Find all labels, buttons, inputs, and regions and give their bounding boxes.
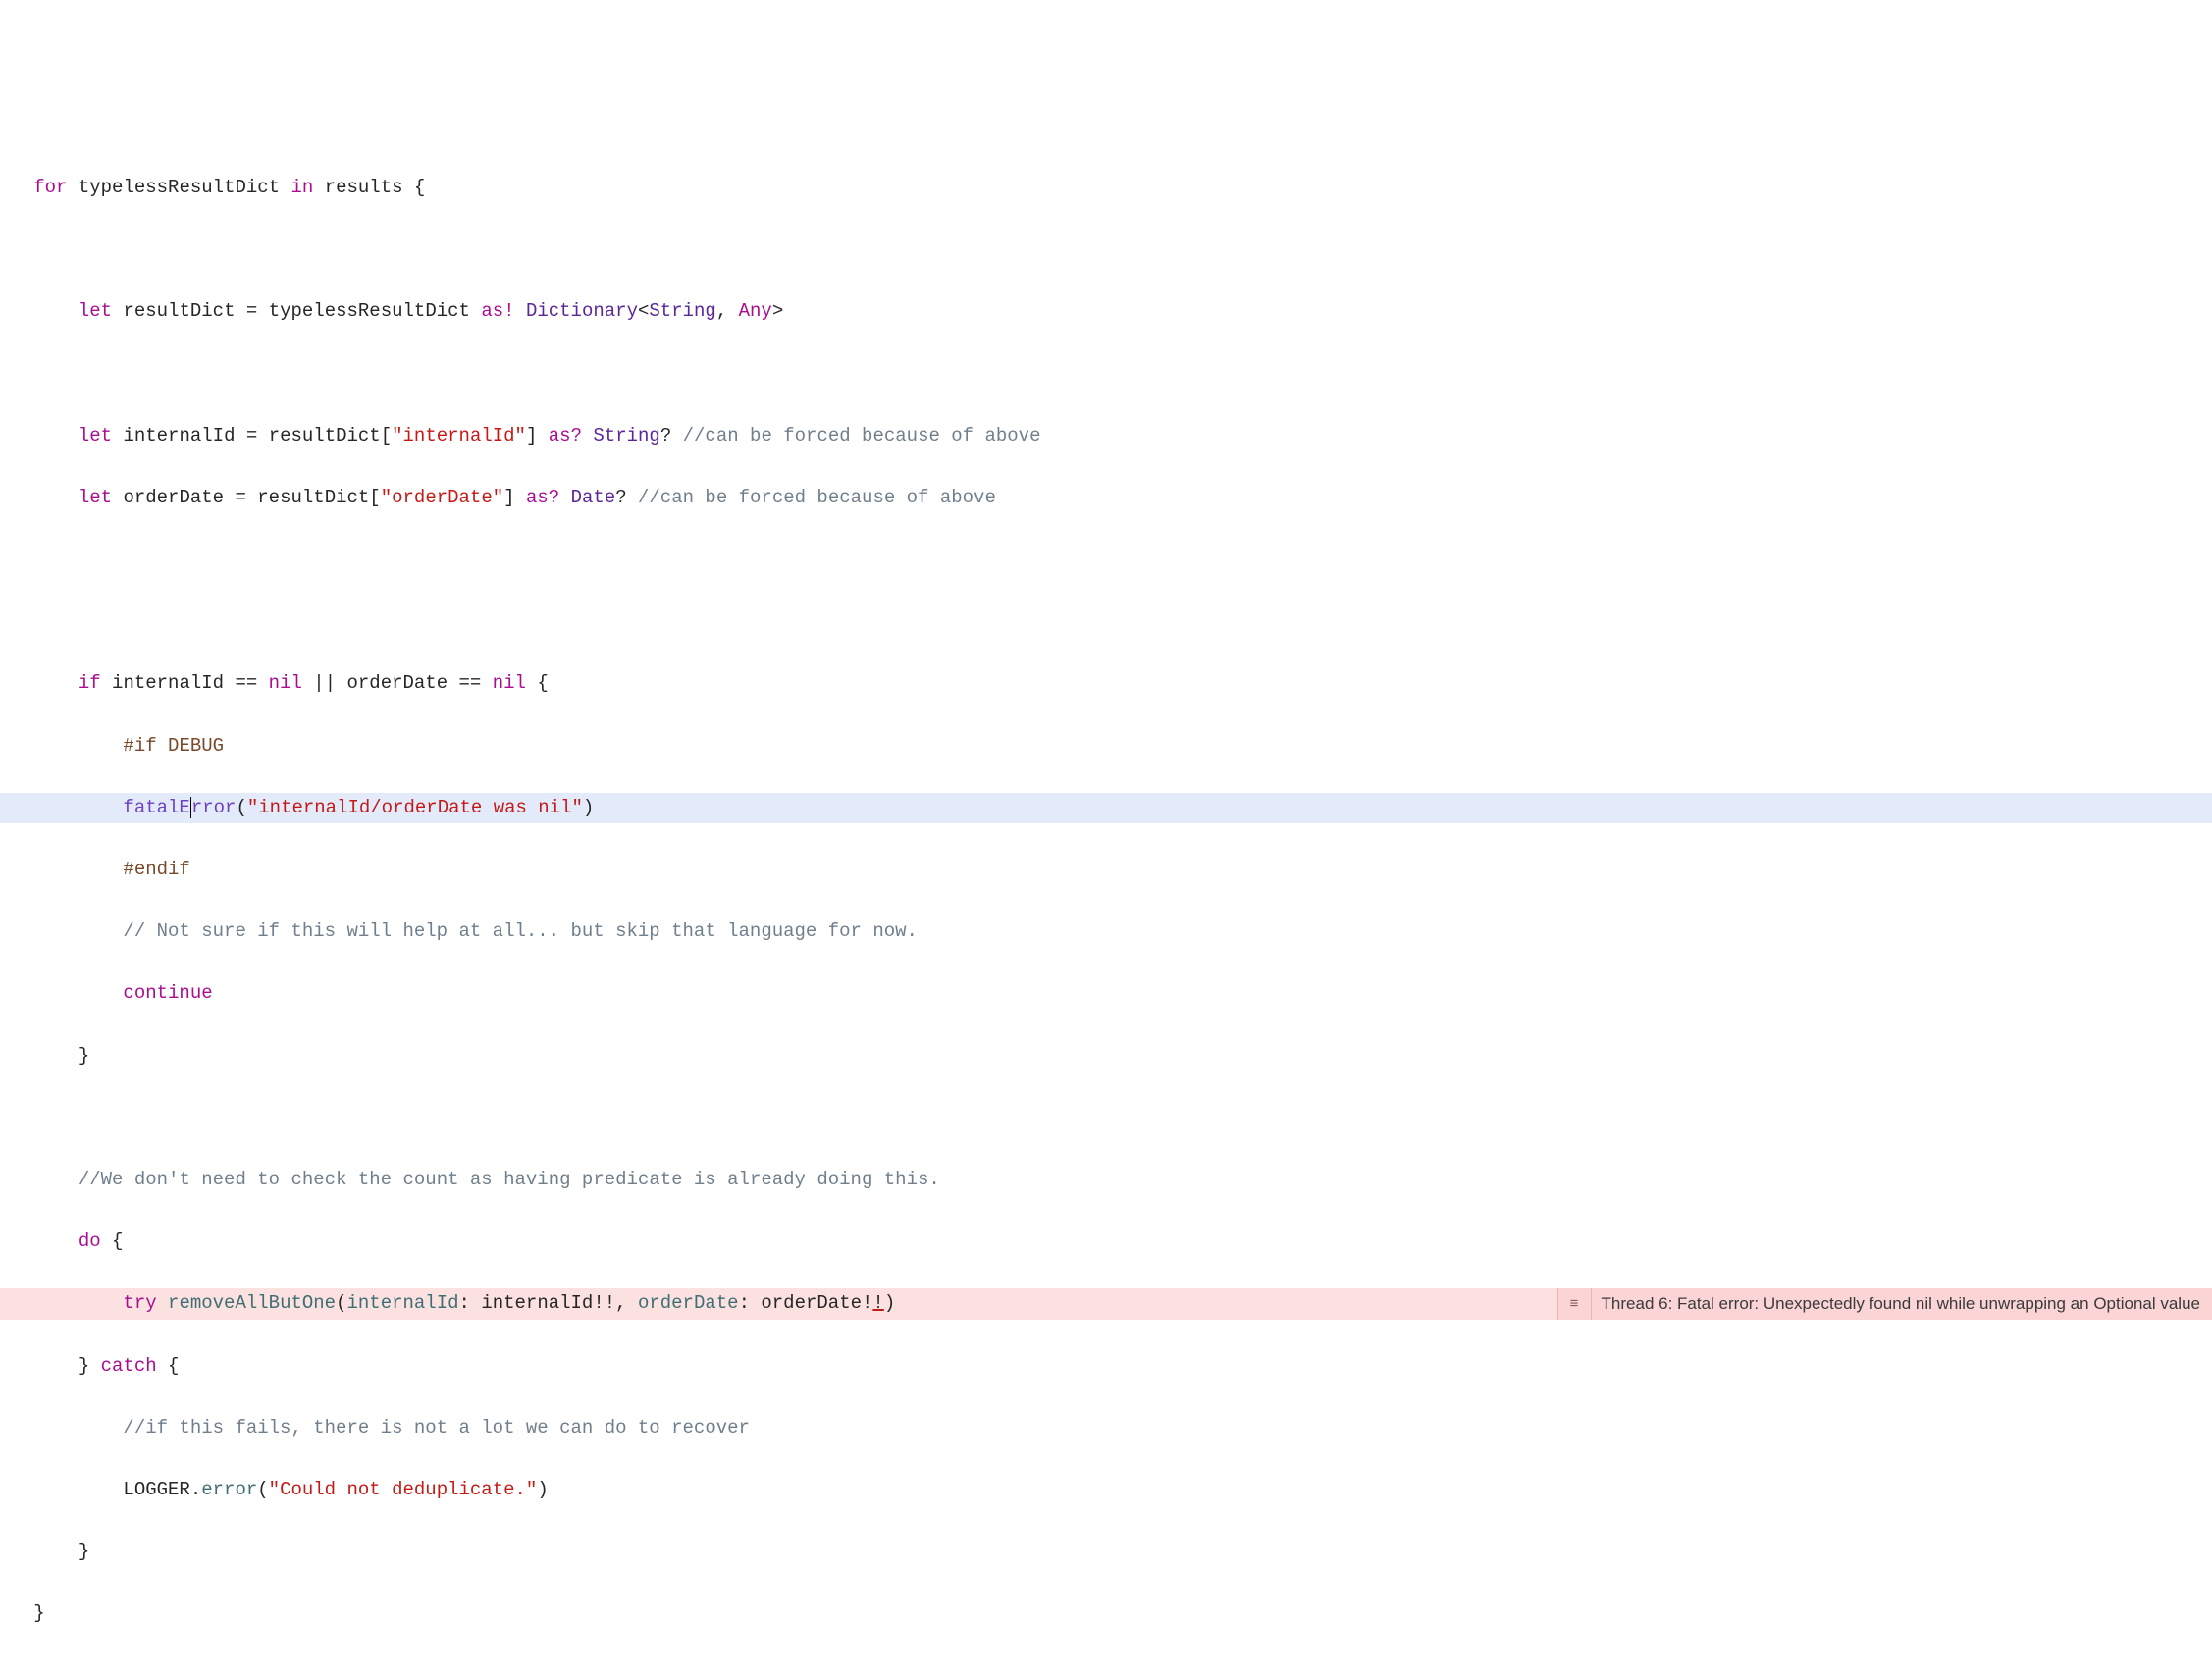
- code-line[interactable]: let orderDate = resultDict["orderDate"] …: [0, 483, 2212, 514]
- string-literal: "Could not deduplicate.": [269, 1479, 538, 1500]
- brace: }: [79, 1541, 89, 1562]
- type: String: [593, 425, 659, 446]
- string-literal: "internalId": [392, 425, 526, 446]
- function-call: fatalE: [123, 797, 189, 818]
- code-editor[interactable]: for typelessResultDict in results { let …: [0, 141, 2212, 1660]
- preprocessor: DEBUG: [157, 735, 224, 757]
- type: Dictionary: [526, 300, 638, 322]
- code-line[interactable]: for typelessResultDict in results {: [0, 173, 2212, 204]
- code-line[interactable]: LOGGER.error("Could not deduplicate."): [0, 1475, 2212, 1506]
- comment: // Not sure if this will help at all... …: [123, 920, 918, 942]
- string-literal: "orderDate": [381, 487, 503, 508]
- comment: //can be forced because of above: [638, 487, 996, 508]
- code-line[interactable]: } catch {: [0, 1351, 2212, 1383]
- type: String: [649, 300, 715, 322]
- type: Date: [571, 487, 616, 508]
- code-line[interactable]: }: [0, 1537, 2212, 1568]
- comment: //We don't need to check the count as ha…: [79, 1169, 940, 1190]
- code-line[interactable]: #if DEBUG: [0, 731, 2212, 762]
- param-label: orderDate: [638, 1292, 739, 1314]
- code-line[interactable]: //if this fails, there is not a lot we c…: [0, 1413, 2212, 1444]
- code-line[interactable]: //We don't need to check the count as ha…: [0, 1165, 2212, 1196]
- error-menu-icon[interactable]: ≡: [1558, 1288, 1592, 1320]
- param-label: internalId: [346, 1292, 458, 1314]
- keyword-nil: nil: [493, 672, 526, 694]
- keyword-let: let: [79, 300, 112, 322]
- keyword-as: as!: [481, 300, 514, 322]
- type: Any: [739, 300, 772, 322]
- brace: }: [79, 1045, 89, 1067]
- keyword-nil: nil: [269, 672, 302, 694]
- keyword-do: do: [79, 1231, 101, 1252]
- identifier: typelessResultDict: [79, 177, 280, 198]
- identifier: resultDict: [123, 300, 235, 322]
- code-line[interactable]: [0, 235, 2212, 266]
- keyword-let: let: [79, 487, 112, 508]
- code-line[interactable]: let resultDict = typelessResultDict as! …: [0, 296, 2212, 328]
- text: = typelessResultDict: [235, 300, 481, 322]
- identifier: internalId: [123, 425, 235, 446]
- keyword-as: as?: [549, 425, 582, 446]
- identifier: orderDate: [123, 487, 224, 508]
- keyword-as: as?: [526, 487, 559, 508]
- code-line[interactable]: continue: [0, 978, 2212, 1010]
- identifier: results {: [325, 177, 426, 198]
- code-line[interactable]: [0, 545, 2212, 576]
- code-line[interactable]: #endif: [0, 855, 2212, 886]
- keyword-catch: catch: [101, 1355, 157, 1377]
- runtime-error-banner[interactable]: ≡Thread 6: Fatal error: Unexpectedly fou…: [1557, 1288, 2212, 1320]
- code-line[interactable]: do {: [0, 1227, 2212, 1258]
- code-line-current[interactable]: fatalError("internalId/orderDate was nil…: [0, 793, 2212, 824]
- code-line[interactable]: }: [0, 1598, 2212, 1630]
- error-message: Thread 6: Fatal error: Unexpectedly foun…: [1592, 1288, 2212, 1320]
- function-call: rror: [191, 797, 237, 818]
- comment: //if this fails, there is not a lot we c…: [123, 1417, 750, 1439]
- code-line[interactable]: [0, 606, 2212, 638]
- brace: }: [33, 1602, 44, 1624]
- method-call: error: [201, 1479, 257, 1500]
- code-line[interactable]: }: [0, 1041, 2212, 1073]
- code-line[interactable]: let internalId = resultDict["internalId"…: [0, 421, 2212, 452]
- keyword-continue: continue: [123, 982, 212, 1004]
- keyword-try: try: [123, 1292, 156, 1314]
- keyword-if: if: [79, 672, 101, 694]
- keyword-in: in: [290, 177, 313, 198]
- code-line-error[interactable]: try removeAllButOne(internalId: internal…: [0, 1288, 2212, 1320]
- code-line[interactable]: [0, 1103, 2212, 1134]
- code-line[interactable]: if internalId == nil || orderDate == nil…: [0, 668, 2212, 700]
- comment: //can be forced because of above: [683, 425, 1041, 446]
- function-call: removeAllButOne: [168, 1292, 336, 1314]
- preprocessor: #endif: [123, 859, 189, 880]
- identifier: LOGGER: [123, 1479, 189, 1500]
- keyword-let: let: [79, 425, 112, 446]
- code-line[interactable]: [0, 359, 2212, 391]
- keyword-for: for: [33, 177, 67, 198]
- code-line[interactable]: // Not sure if this will help at all... …: [0, 917, 2212, 948]
- preprocessor: #if: [123, 735, 156, 757]
- string-literal: "internalId/orderDate was nil": [247, 797, 583, 818]
- error-underline: !: [872, 1292, 883, 1314]
